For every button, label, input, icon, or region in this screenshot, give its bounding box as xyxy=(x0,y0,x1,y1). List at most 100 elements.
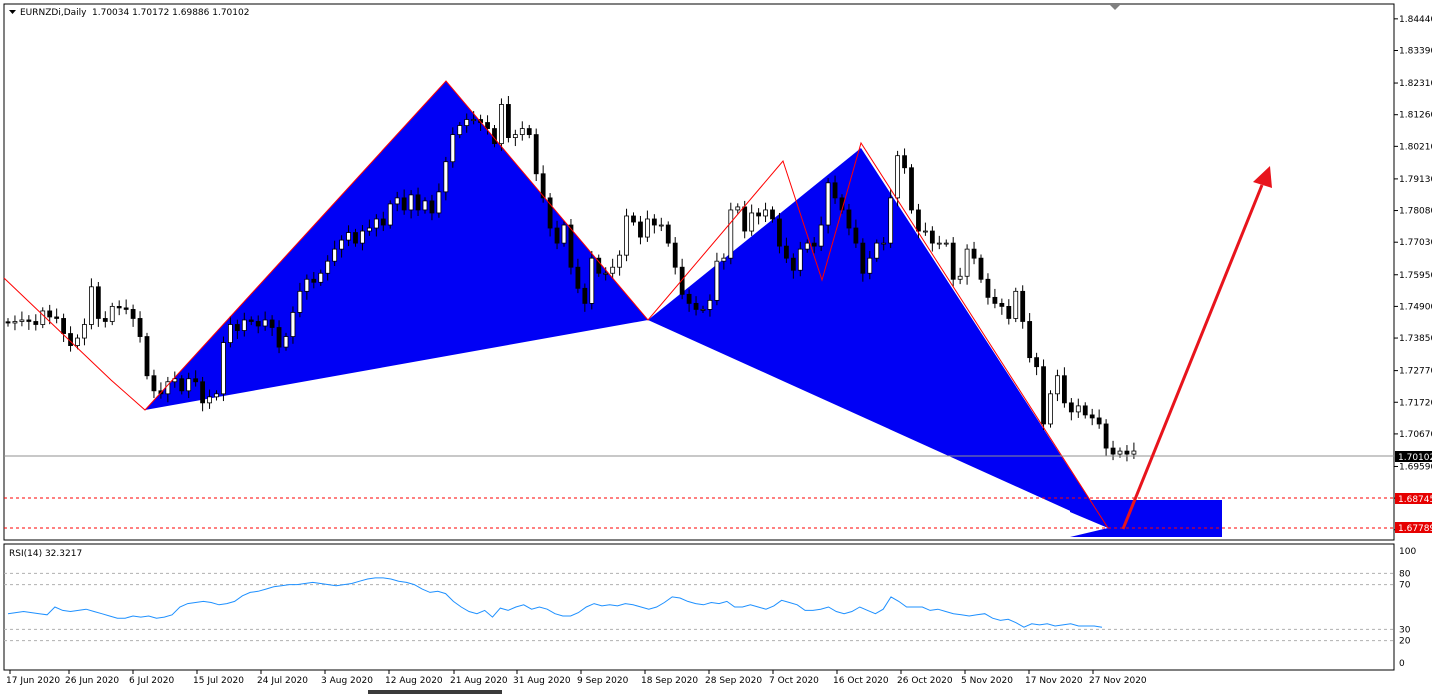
candle-bullish xyxy=(332,248,338,262)
candle-bearish xyxy=(248,319,254,322)
date-tick-label: 9 Sep 2020 xyxy=(577,676,629,686)
candle-bullish xyxy=(408,194,414,211)
price-tick-label: 1.79130 xyxy=(1399,175,1432,185)
candle-bullish xyxy=(645,218,650,238)
date-tick-label: 18 Sep 2020 xyxy=(641,676,698,686)
price-tick-label: 1.69590 xyxy=(1399,462,1432,472)
candle-bullish xyxy=(241,319,247,331)
candle-bullish xyxy=(1117,450,1123,455)
candle-bullish xyxy=(304,278,310,292)
price-pane[interactable] xyxy=(3,3,1395,541)
candle-bearish xyxy=(26,319,32,322)
candle-bearish xyxy=(276,327,282,348)
candle-bullish xyxy=(471,119,477,121)
rsi-tick-label: 70 xyxy=(1399,581,1411,591)
price-tick-label: 1.74900 xyxy=(1399,302,1432,312)
candle-bullish xyxy=(436,191,442,214)
candle-bearish xyxy=(985,278,991,298)
candle-bullish xyxy=(499,104,504,145)
candle-bearish xyxy=(429,200,435,214)
price-tick-label: 1.82310 xyxy=(1399,79,1432,89)
candle-bearish xyxy=(582,287,588,304)
date-tick-label: 21 Aug 2020 xyxy=(450,676,508,686)
candle-bearish xyxy=(742,206,748,232)
ohlc-values: 1.70034 1.70172 1.69886 1.70102 xyxy=(92,8,249,18)
price-tick-label: 1.71720 xyxy=(1399,398,1432,408)
candle-bullish xyxy=(464,119,470,126)
rsi-tick-label: 100 xyxy=(1399,547,1416,557)
date-tick-label: 28 Sep 2020 xyxy=(705,676,762,686)
date-tick-label: 5 Nov 2020 xyxy=(961,676,1013,686)
date-tick-label: 26 Oct 2020 xyxy=(897,676,953,686)
candle-bullish xyxy=(1055,375,1060,395)
candle-bearish xyxy=(1020,290,1026,322)
price-tick-label: 1.72770 xyxy=(1399,367,1432,377)
candle-bullish xyxy=(387,203,393,226)
candle-bullish xyxy=(394,197,400,205)
candle-bearish xyxy=(47,310,53,318)
candle-bullish xyxy=(109,306,115,322)
date-tick-label: 17 Nov 2020 xyxy=(1025,676,1083,686)
candle-bullish xyxy=(19,319,25,322)
candle-bearish xyxy=(686,293,692,304)
candle-bullish xyxy=(360,230,365,244)
candle-bearish xyxy=(665,224,671,244)
candle-bullish xyxy=(457,125,463,135)
candle-bearish xyxy=(1110,447,1116,455)
level-label-upper: 1.68745 xyxy=(1395,493,1432,505)
candle-bearish xyxy=(770,209,775,220)
candle-bearish xyxy=(505,104,511,139)
candle-bullish xyxy=(561,224,567,244)
candle-bearish xyxy=(95,286,101,319)
price-tick-label: 1.81260 xyxy=(1399,111,1432,121)
candle-bullish xyxy=(346,232,351,241)
date-tick-label: 7 Oct 2020 xyxy=(769,676,819,686)
candle-bullish xyxy=(943,242,949,245)
chart-header: EURNZDi,Daily 1.70034 1.70172 1.69886 1.… xyxy=(9,8,249,18)
candle-bullish xyxy=(617,254,622,268)
date-axis: 17 Jun 2020 26 Jun 2020 6 Jul 2020 15 Jul 2… xyxy=(6,670,1147,686)
candle-bullish xyxy=(221,342,226,395)
candle-bullish xyxy=(728,209,734,259)
candle-bullish xyxy=(895,155,900,199)
candle-bearish xyxy=(234,324,240,331)
candle-bearish xyxy=(415,194,421,211)
candle-bullish xyxy=(283,336,289,348)
candle-bearish xyxy=(992,296,998,304)
level-label-lower: 1.67789 xyxy=(1395,522,1432,534)
candle-bullish xyxy=(749,212,755,232)
candle-bullish xyxy=(366,227,372,232)
trading-chart[interactable]: EURNZDi,Daily 1.70034 1.70172 1.69886 1.… xyxy=(0,0,1432,694)
candle-bullish xyxy=(707,299,713,310)
candle-bullish xyxy=(867,257,873,274)
candle-bearish xyxy=(269,319,275,328)
candle-bullish xyxy=(658,224,664,227)
candle-bearish xyxy=(631,215,636,223)
candle-bearish xyxy=(1062,375,1067,404)
date-tick-label: 26 Jun 2020 xyxy=(65,676,119,686)
candle-bullish xyxy=(936,242,942,245)
candle-bullish xyxy=(874,242,880,259)
candle-bearish xyxy=(33,321,39,325)
candle-bullish xyxy=(186,378,192,392)
candle-bullish xyxy=(804,242,810,250)
date-tick-label: 16 Oct 2020 xyxy=(833,676,889,686)
date-tick-label: 17 Jun 2020 xyxy=(6,676,60,686)
candle-bullish xyxy=(443,161,449,193)
candle-bullish xyxy=(881,242,887,245)
candle-bullish xyxy=(1013,290,1019,319)
candle-bullish xyxy=(1131,450,1137,455)
candle-bullish xyxy=(735,206,741,211)
candle-bearish xyxy=(651,218,657,226)
candle-bearish xyxy=(116,306,122,309)
candle-bearish xyxy=(950,242,956,280)
rsi-pane[interactable] xyxy=(3,543,1395,671)
candle-bullish xyxy=(227,324,233,343)
candle-bearish xyxy=(200,381,206,404)
candle-bullish xyxy=(923,230,928,233)
candle-bullish xyxy=(75,337,80,346)
candle-bearish xyxy=(255,321,261,327)
candle-bearish xyxy=(380,218,386,226)
candle-bearish xyxy=(485,122,490,129)
candle-bullish xyxy=(207,396,212,404)
